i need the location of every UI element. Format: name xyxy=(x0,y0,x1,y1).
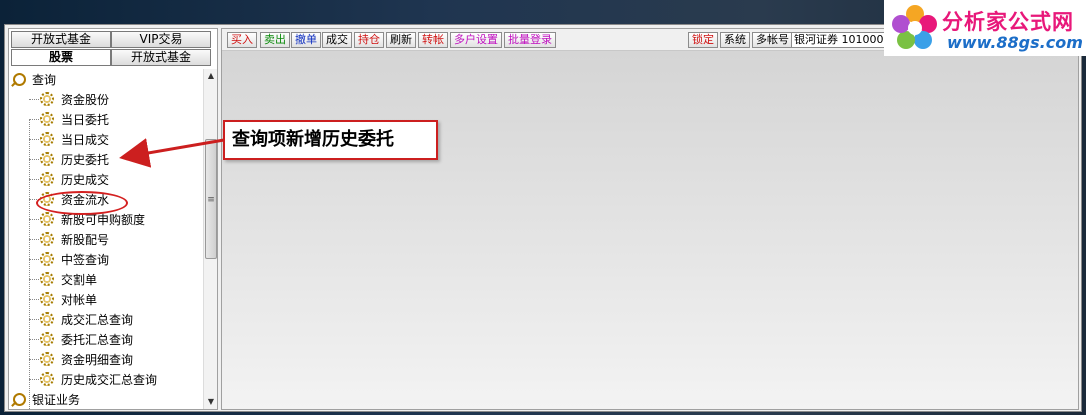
site-logo: 分析家公式网 www.88gs.com xyxy=(884,0,1086,56)
tree-item-label: 新股配号 xyxy=(61,232,110,247)
annotation-callout: 查询项新增历史委托 xyxy=(223,120,438,160)
scroll-thumb[interactable]: ≡ xyxy=(205,139,217,259)
tree-connector xyxy=(29,218,39,220)
tree-connector xyxy=(29,338,39,340)
gear-icon xyxy=(40,112,54,126)
tree-item-label: 对帐单 xyxy=(61,292,98,307)
tab-open-fund-top[interactable]: 开放式基金 xyxy=(11,31,111,48)
account-select[interactable]: 银河证券 10100001 xyxy=(791,32,891,48)
tree-item-label: 历史成交 xyxy=(61,172,110,187)
tree-connector xyxy=(29,298,39,300)
tree-connector xyxy=(29,358,39,360)
gear-icon xyxy=(40,252,54,266)
scroll-down-icon[interactable]: ▼ xyxy=(204,395,218,409)
tree-connector xyxy=(29,158,39,160)
tree-root-query[interactable]: 查询 xyxy=(13,69,56,89)
gear-icon xyxy=(40,312,54,326)
tree-connector xyxy=(29,378,39,380)
highlight-ellipse xyxy=(36,191,128,215)
tree-scrollbar[interactable]: ▲ ≡ ▼ xyxy=(203,69,217,409)
flower-logo-icon xyxy=(892,5,937,49)
tree-connector xyxy=(29,178,39,180)
tab-row-top: 开放式基金 VIP交易 xyxy=(11,31,211,48)
tree-connector xyxy=(29,318,39,320)
scroll-up-icon[interactable]: ▲ xyxy=(204,69,218,83)
gear-icon xyxy=(40,92,54,106)
tree-connector xyxy=(29,258,39,260)
tree-item[interactable]: 交割单 xyxy=(29,269,97,289)
gear-icon xyxy=(40,232,54,246)
gear-icon xyxy=(40,132,54,146)
tree-root-label: 查询 xyxy=(32,72,57,87)
gear-icon xyxy=(40,152,54,166)
tree-root-bank-securities[interactable]: 银证业务 xyxy=(13,389,80,409)
tree-item[interactable]: 历史委托 xyxy=(29,149,109,169)
tab-vip-trade[interactable]: VIP交易 xyxy=(111,31,211,48)
magnifier-icon xyxy=(13,392,26,406)
tree-connector xyxy=(29,238,39,240)
gear-icon xyxy=(40,212,54,226)
gear-icon xyxy=(40,372,54,386)
toolbar-right-button[interactable]: 锁定 xyxy=(688,32,718,48)
tab-stock[interactable]: 股票 xyxy=(11,49,111,66)
toolbar-button[interactable]: 转帐 xyxy=(418,32,448,48)
main-area: 买入 卖出 撤单 成交 持仓 刷新 转帐 多户设置 批量登录 锁定 系统 多帐号 银河证券 10100… xyxy=(221,28,1079,410)
trading-window: 开放式基金 VIP交易 股票 开放式基金 查询 资金股份当日委托当日成交历史委托… xyxy=(4,24,1082,412)
tab-open-fund[interactable]: 开放式基金 xyxy=(111,49,211,66)
tree-connector xyxy=(29,278,39,280)
tree-item-label: 历史成交汇总查询 xyxy=(61,372,158,387)
tree-item[interactable]: 历史成交 xyxy=(29,169,109,189)
tree-item-label: 交割单 xyxy=(61,272,98,287)
gear-icon xyxy=(40,292,54,306)
tree-item[interactable]: 当日委托 xyxy=(29,109,109,129)
magnifier-icon xyxy=(13,72,26,86)
tree-item-label: 历史委托 xyxy=(61,152,110,167)
tree-item-label: 成交汇总查询 xyxy=(61,312,134,327)
toolbar-button[interactable]: 刷新 xyxy=(386,32,416,48)
tree-item-label: 当日成交 xyxy=(61,132,110,147)
toolbar-button[interactable]: 撤单 xyxy=(291,32,321,48)
tree-item[interactable]: 当日成交 xyxy=(29,129,109,149)
query-tree: 查询 资金股份 当日委托 当日成交 历史委托 历史成交 资金流水 新股可申购额度 新股配号 中签… xyxy=(9,69,203,409)
toolbar-button[interactable]: 卖出 xyxy=(260,32,290,48)
left-panel: 开放式基金 VIP交易 股票 开放式基金 查询 资金股份当日委托当日成交历史委托… xyxy=(8,28,218,410)
logo-url: www.88gs.com xyxy=(947,33,1083,52)
tree-item[interactable]: 资金明细查询 xyxy=(29,349,133,369)
tree-item[interactable]: 历史成交汇总查询 xyxy=(29,369,157,389)
tree-connector xyxy=(29,118,39,120)
tree-item[interactable]: 资金股份 xyxy=(29,89,109,109)
toolbar-button[interactable]: 买入 xyxy=(227,32,257,48)
tree-item[interactable]: 成交汇总查询 xyxy=(29,309,133,329)
tree-item[interactable]: 对帐单 xyxy=(29,289,97,309)
gear-icon xyxy=(40,172,54,186)
toolbar-button[interactable]: 批量登录 xyxy=(504,32,556,48)
tab-row-bottom: 股票 开放式基金 xyxy=(11,49,211,66)
tree-connector xyxy=(29,98,39,100)
toolbar-right-button[interactable]: 系统 xyxy=(720,32,750,48)
tree-item-label: 资金股份 xyxy=(61,92,110,107)
tree-item-label: 中签查询 xyxy=(61,252,110,267)
tree-item[interactable]: 委托汇总查询 xyxy=(29,329,133,349)
tree-connector xyxy=(29,138,39,140)
toolbar-button[interactable]: 持仓 xyxy=(354,32,384,48)
tree-item-label: 委托汇总查询 xyxy=(61,332,134,347)
logo-title: 分析家公式网 xyxy=(942,10,1074,34)
tree-item-label: 当日委托 xyxy=(61,112,110,127)
gear-icon xyxy=(40,352,54,366)
tree-item[interactable]: 新股配号 xyxy=(29,229,109,249)
gear-icon xyxy=(40,332,54,346)
gear-icon xyxy=(40,272,54,286)
toolbar-button[interactable]: 多户设置 xyxy=(450,32,502,48)
tree-item[interactable]: 中签查询 xyxy=(29,249,109,269)
tree-item-label: 资金明细查询 xyxy=(61,352,134,367)
toolbar-right-button[interactable]: 多帐号 xyxy=(752,32,793,48)
tree-root-label: 银证业务 xyxy=(32,392,81,407)
toolbar-button[interactable]: 成交 xyxy=(322,32,352,48)
